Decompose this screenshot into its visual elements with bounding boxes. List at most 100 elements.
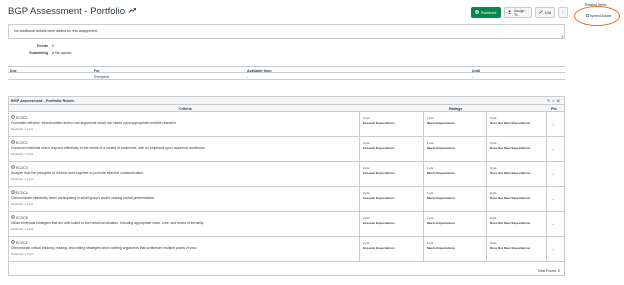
rating-points: 2 pts bbox=[363, 141, 370, 145]
edit-button[interactable]: Edit bbox=[535, 7, 555, 18]
criterion-row: ECOC6 Demonstrate critical thinking, read… bbox=[9, 237, 564, 262]
rating-meets[interactable]: 1 pts Meets Expectations bbox=[427, 241, 455, 250]
criteria-list: ECOC1 Formulate effective, ethical writte… bbox=[9, 112, 564, 262]
total-points: Total Points: 0 bbox=[537, 269, 560, 273]
rating-label: Does Not Meet Expectations bbox=[490, 196, 531, 200]
rating-label: Meets Expectations bbox=[427, 221, 456, 225]
rating-does-not-meet[interactable]: 0 pts Does Not Meet Expectations bbox=[490, 166, 530, 175]
rating-label: Meets Expectations bbox=[427, 171, 456, 175]
divider bbox=[359, 112, 360, 136]
criterion-threshold: threshold: 1.0 pts bbox=[11, 177, 34, 181]
criterion-row: ECOC3 Analyze how the principles of rheto… bbox=[9, 162, 564, 187]
rating-exceeds[interactable]: 2 pts Exceeds Expectations bbox=[363, 191, 395, 200]
trend-chart-icon bbox=[128, 8, 137, 15]
resize-handle-icon[interactable]: ◢ bbox=[561, 34, 563, 38]
divider bbox=[546, 187, 547, 211]
title-row: BGP Assessment - Portfolio bbox=[8, 6, 137, 17]
criterion-threshold: threshold: 1.0 pts bbox=[11, 152, 34, 156]
criterion-description: Construct materials which respond effect… bbox=[11, 146, 206, 150]
rubric-column-headers: Criteria Ratings Pts bbox=[9, 105, 564, 112]
pencil-icon[interactable]: ✎ bbox=[547, 98, 550, 103]
cell-due: - bbox=[10, 74, 12, 79]
criterion-points: -- bbox=[552, 122, 555, 126]
rating-points: 0 pts bbox=[490, 216, 497, 220]
criterion-description: Analyze how the principles of rhetoric w… bbox=[11, 171, 144, 175]
criterion-code: ECOC4 bbox=[16, 190, 28, 195]
rating-points: 2 pts bbox=[363, 166, 370, 170]
col-due: Due bbox=[10, 68, 17, 73]
rating-label: Exceeds Expectations bbox=[363, 221, 395, 225]
outcome-icon bbox=[11, 190, 15, 195]
cell-available-from: - bbox=[247, 74, 249, 79]
rating-label: Meets Expectations bbox=[427, 146, 456, 150]
criterion-row: ECOC1 Formulate effective, ethical writte… bbox=[9, 112, 564, 137]
col-until: Until bbox=[472, 68, 480, 73]
submitting-key: Submitting bbox=[29, 51, 48, 55]
outcome-icon bbox=[11, 140, 15, 145]
rating-label: Exceeds Expectations bbox=[363, 171, 395, 175]
criterion-row: ECOC4 Communicate effectively when partic… bbox=[9, 187, 564, 212]
divider bbox=[546, 112, 547, 136]
rating-points: 2 pts bbox=[363, 191, 370, 195]
rating-does-not-meet[interactable]: 0 pts Does Not Meet Expectations bbox=[490, 216, 530, 225]
rubric-header: BGP Assessment - Portfolio Rubric ✎ ⌕ ⊗ bbox=[9, 97, 564, 105]
criterion-points: -- bbox=[552, 172, 555, 176]
more-options-button[interactable]: ⋮ bbox=[558, 7, 568, 18]
divider bbox=[359, 212, 360, 236]
rating-meets[interactable]: 1 pts Meets Expectations bbox=[427, 116, 455, 125]
rating-does-not-meet[interactable]: 0 pts Does Not Meet Expectations bbox=[490, 191, 530, 200]
rating-exceeds[interactable]: 2 pts Exceeds Expectations bbox=[363, 141, 395, 150]
search-icon[interactable]: ⌕ bbox=[552, 98, 554, 103]
criterion-description: Communicate effectively when participati… bbox=[11, 196, 155, 200]
criterion-threshold: threshold: 1.0 pts bbox=[11, 202, 34, 206]
divider bbox=[423, 162, 424, 186]
rating-exceeds[interactable]: 2 pts Exceeds Expectations bbox=[363, 116, 395, 125]
divider bbox=[359, 162, 360, 186]
pencil-icon bbox=[539, 10, 543, 15]
rating-points: 1 pts bbox=[427, 216, 434, 220]
rating-label: Meets Expectations bbox=[427, 196, 456, 200]
col-criteria: Criteria bbox=[179, 106, 192, 111]
published-button[interactable]: Published bbox=[471, 7, 501, 18]
divider bbox=[486, 212, 487, 236]
trash-icon[interactable]: ⊗ bbox=[557, 98, 560, 103]
rating-label: Exceeds Expectations bbox=[363, 246, 395, 250]
rating-label: Does Not Meet Expectations bbox=[490, 221, 531, 225]
criterion-code: ECOC5 bbox=[16, 215, 28, 220]
rating-exceeds[interactable]: 2 pts Exceeds Expectations bbox=[363, 166, 395, 175]
edit-label: Edit bbox=[545, 10, 552, 15]
criterion-name: ECOC3 bbox=[11, 165, 28, 170]
rating-exceeds[interactable]: 2 pts Exceeds Expectations bbox=[363, 241, 395, 250]
col-ratings: Ratings bbox=[449, 106, 463, 111]
rating-points: 0 pts bbox=[490, 191, 497, 195]
divider bbox=[423, 112, 424, 136]
rating-does-not-meet[interactable]: 0 pts Does Not Meet Expectations bbox=[490, 116, 530, 125]
rating-points: 1 pts bbox=[427, 191, 434, 195]
divider bbox=[423, 137, 424, 161]
criterion-row: ECOC5 Utilize rhetorical strategies that … bbox=[9, 212, 564, 237]
rating-does-not-meet[interactable]: 0 pts Does Not Meet Expectations bbox=[490, 241, 530, 250]
outcome-icon bbox=[11, 165, 15, 170]
rating-does-not-meet[interactable]: 0 pts Does Not Meet Expectations bbox=[490, 141, 530, 150]
check-circle-icon bbox=[475, 10, 479, 15]
due-dates-table: Due For Available from Until - Everyone … bbox=[8, 66, 565, 80]
rating-meets[interactable]: 1 pts Meets Expectations bbox=[427, 166, 455, 175]
divider bbox=[546, 137, 547, 161]
rating-meets[interactable]: 1 pts Meets Expectations bbox=[427, 141, 455, 150]
divider bbox=[359, 187, 360, 211]
divider bbox=[546, 212, 547, 236]
speedgrader-link[interactable]: SpeedGrader bbox=[586, 14, 612, 18]
col-pts: Pts bbox=[551, 106, 557, 111]
criterion-name: ECOC5 bbox=[11, 215, 28, 220]
rating-label: Does Not Meet Expectations bbox=[490, 171, 531, 175]
assign-to-button[interactable]: Assign To bbox=[504, 7, 532, 18]
description-text: No additional details were added for thi… bbox=[14, 29, 99, 33]
rating-meets[interactable]: 1 pts Meets Expectations bbox=[427, 191, 455, 200]
rating-label: Does Not Meet Expectations bbox=[490, 246, 531, 250]
criterion-code: ECOC6 bbox=[16, 240, 28, 245]
rating-meets[interactable]: 1 pts Meets Expectations bbox=[427, 216, 455, 225]
criterion-row: ECOC2 Construct materials which respond e… bbox=[9, 137, 564, 162]
divider bbox=[359, 137, 360, 161]
divider bbox=[546, 162, 547, 186]
rating-exceeds[interactable]: 2 pts Exceeds Expectations bbox=[363, 216, 395, 225]
